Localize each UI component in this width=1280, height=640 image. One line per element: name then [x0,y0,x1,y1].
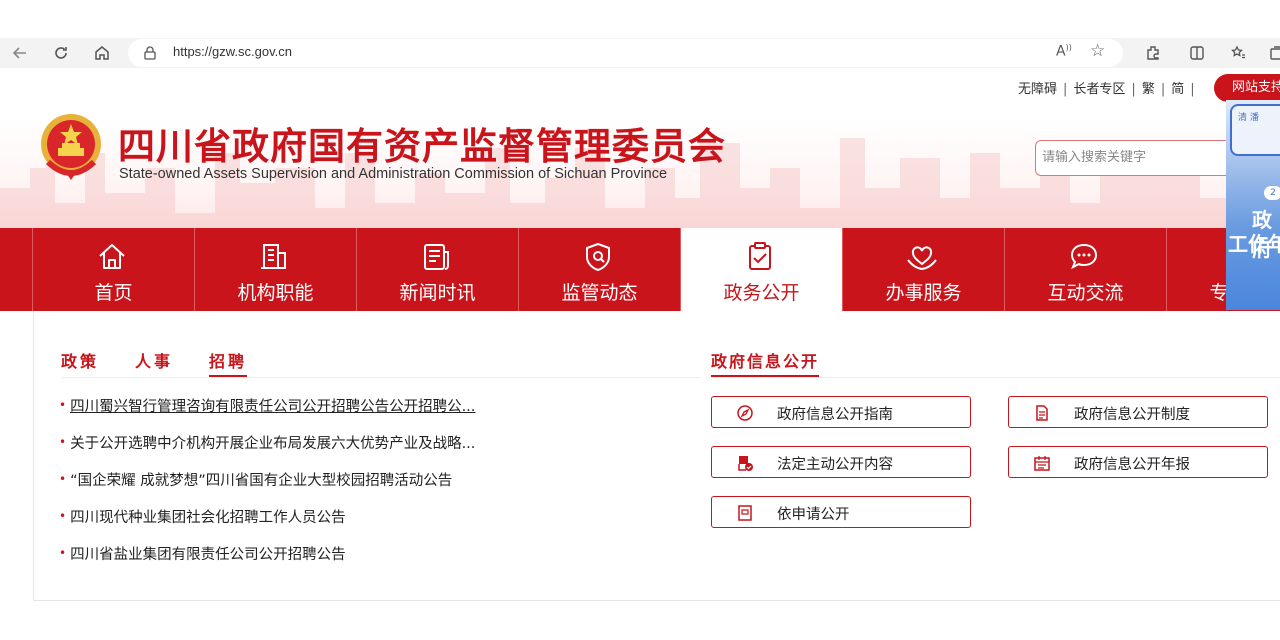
collections-icon[interactable] [1262,38,1280,68]
news-link[interactable]: “国企荣耀 成就梦想”四川省国有企业大型校园招聘活动公告 [70,473,452,489]
nav-item-news[interactable]: 新闻时讯 [356,228,518,311]
divider [711,377,1280,378]
annual-report-button[interactable]: 政府信息公开年报 [1008,446,1268,478]
news-link[interactable]: 关于公开选聘中介机构开展企业布局发展六大优势产业及战略... [70,436,475,452]
back-arrow-icon[interactable] [5,38,35,68]
form-icon [738,505,752,521]
promo-card: 清 潘 [1230,104,1280,156]
proactive-disclosure-button[interactable]: 法定主动公开内容 [711,446,971,478]
gov-info-system-button[interactable]: 政府信息公开制度 [1008,396,1268,428]
national-emblem-icon [41,114,101,180]
heart-hands-icon [907,246,937,271]
nav-item-organization[interactable]: 机构职能 [194,228,356,311]
url-text: https://gzw.sc.gov.cn [173,44,292,59]
clipboard-check-icon [749,242,771,270]
browser-toolbar: https://gzw.sc.gov.cn A)) ☆ [0,38,1280,68]
list-item[interactable]: • 四川蜀兴智行管理咨询有限责任公司公开招聘公告公开招聘公... [59,395,509,432]
extensions-icon[interactable] [1138,38,1168,68]
elderly-zone-link[interactable]: 长者专区 [1073,82,1125,97]
content-panel: 政策 人事 招聘 • 四川蜀兴智行管理咨询有限责任公司公开招聘公告公开招聘公...… [33,311,1280,601]
chat-icon [1070,243,1098,270]
nav-item-home[interactable]: 首页 [32,228,194,311]
accessibility-link[interactable]: 无障碍 [1018,82,1057,97]
side-promo-banner[interactable]: 清 潘 2 政府 工作年 [1226,100,1280,310]
document-icon [1036,405,1048,421]
main-navigation: 首页 机构职能 新闻时讯 监管动态 政务公开 办事服务 互动交流 专题专栏 [0,228,1280,311]
site-support-button[interactable]: 网站支持 [1214,74,1280,102]
promo-text-line2: 工作年 [1228,232,1280,256]
favorites-icon[interactable] [1223,38,1253,68]
search-input[interactable] [1042,150,1222,165]
favorite-star-icon[interactable]: ☆ [1090,41,1105,61]
calendar-icon [1034,456,1050,471]
home-icon[interactable] [87,38,117,68]
lock-icon [144,46,156,60]
nav-item-interaction[interactable]: 互动交流 [1004,228,1166,311]
traditional-chinese-link[interactable]: 繁 [1142,82,1155,97]
nav-item-supervision[interactable]: 监管动态 [518,228,680,311]
building-icon [261,244,286,269]
simplified-chinese-link[interactable]: 简 [1171,82,1184,97]
split-screen-icon[interactable] [1182,38,1212,68]
reload-icon[interactable] [46,38,76,68]
news-link[interactable]: 四川蜀兴智行管理咨询有限责任公司公开招聘公告公开招聘公... [70,399,475,415]
site-title-english: State-owned Assets Supervision and Admin… [119,166,668,182]
top-links: 无障碍 | 长者专区 | 繁 | 简 | [1018,82,1195,97]
tab-personnel[interactable]: 人事 [135,348,173,377]
promo-badge: 2 [1264,186,1280,200]
tab-recruitment[interactable]: 招聘 [209,348,248,377]
news-link[interactable]: 四川省盐业集团有限责任公司公开招聘公告 [70,547,346,563]
shield-icon [586,242,610,272]
nav-item-services[interactable]: 办事服务 [842,228,1004,311]
address-bar[interactable]: https://gzw.sc.gov.cn A)) ☆ [128,39,1123,67]
list-item[interactable]: • 关于公开选聘中介机构开展企业布局发展六大优势产业及战略... [59,432,509,469]
site-header: 四川省政府国有资产监督管理委员会 State-owned Assets Supe… [0,68,1280,228]
compass-icon [737,405,753,421]
gov-info-guide-button[interactable]: 政府信息公开指南 [711,396,971,428]
gov-info-title: 政府信息公开 [711,348,820,377]
tab-policy[interactable]: 政策 [61,348,99,377]
news-tabs: 政策 人事 招聘 [61,348,701,378]
site-title: 四川省政府国有资产监督管理委员会 [118,125,726,168]
list-item[interactable]: • 四川省盐业集团有限责任公司公开招聘公告 [59,543,509,580]
nav-item-government-affairs[interactable]: 政务公开 [680,228,842,311]
list-item[interactable]: • 四川现代种业集团社会化招聘工作人员公告 [59,506,509,543]
read-aloud-icon[interactable]: A)) [1056,43,1072,60]
file-check-icon [738,456,753,471]
news-list: • 四川蜀兴智行管理咨询有限责任公司公开招聘公告公开招聘公... • 关于公开选聘中… [59,395,509,580]
search-box[interactable] [1035,140,1245,176]
news-icon [424,244,449,270]
apply-disclosure-button[interactable]: 依申请公开 [711,496,971,528]
news-link[interactable]: 四川现代种业集团社会化招聘工作人员公告 [70,510,346,526]
home-icon [99,244,125,269]
list-item[interactable]: • “国企荣耀 成就梦想”四川省国有企业大型校园招聘活动公告 [59,469,509,506]
